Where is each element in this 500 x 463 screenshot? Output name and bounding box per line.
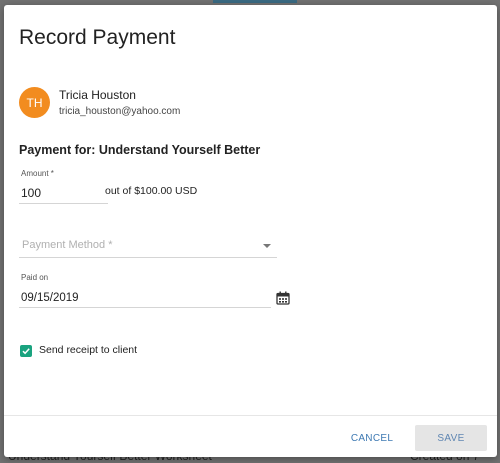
record-payment-dialog: Record Payment TH Tricia Houston tricia_…: [4, 5, 497, 457]
client-name: Tricia Houston: [59, 88, 136, 102]
payment-method-placeholder: Payment Method *: [22, 239, 113, 251]
backdrop-tab: [213, 0, 297, 3]
calendar-icon[interactable]: [276, 291, 290, 305]
paid-on-date-input[interactable]: [19, 289, 271, 308]
payment-method-select[interactable]: Payment Method *: [19, 237, 277, 258]
send-receipt-checkbox[interactable]: [20, 345, 32, 357]
payment-for-heading: Payment for: Understand Yourself Better: [19, 143, 261, 157]
chevron-down-icon: [263, 244, 271, 248]
amount-label: Amount *: [21, 169, 54, 178]
paid-on-label: Paid on: [21, 273, 49, 282]
dialog-title: Record Payment: [19, 26, 176, 49]
client-avatar: TH: [19, 87, 50, 118]
footer-divider: [4, 415, 497, 416]
cancel-button[interactable]: CANCEL: [342, 426, 402, 450]
send-receipt-label[interactable]: Send receipt to client: [39, 344, 137, 356]
amount-total-text: out of $100.00 USD: [105, 185, 198, 197]
save-button[interactable]: SAVE: [415, 425, 487, 451]
client-email: tricia_houston@yahoo.com: [59, 106, 181, 117]
checkmark-icon: [22, 348, 30, 355]
amount-input[interactable]: [19, 183, 108, 204]
